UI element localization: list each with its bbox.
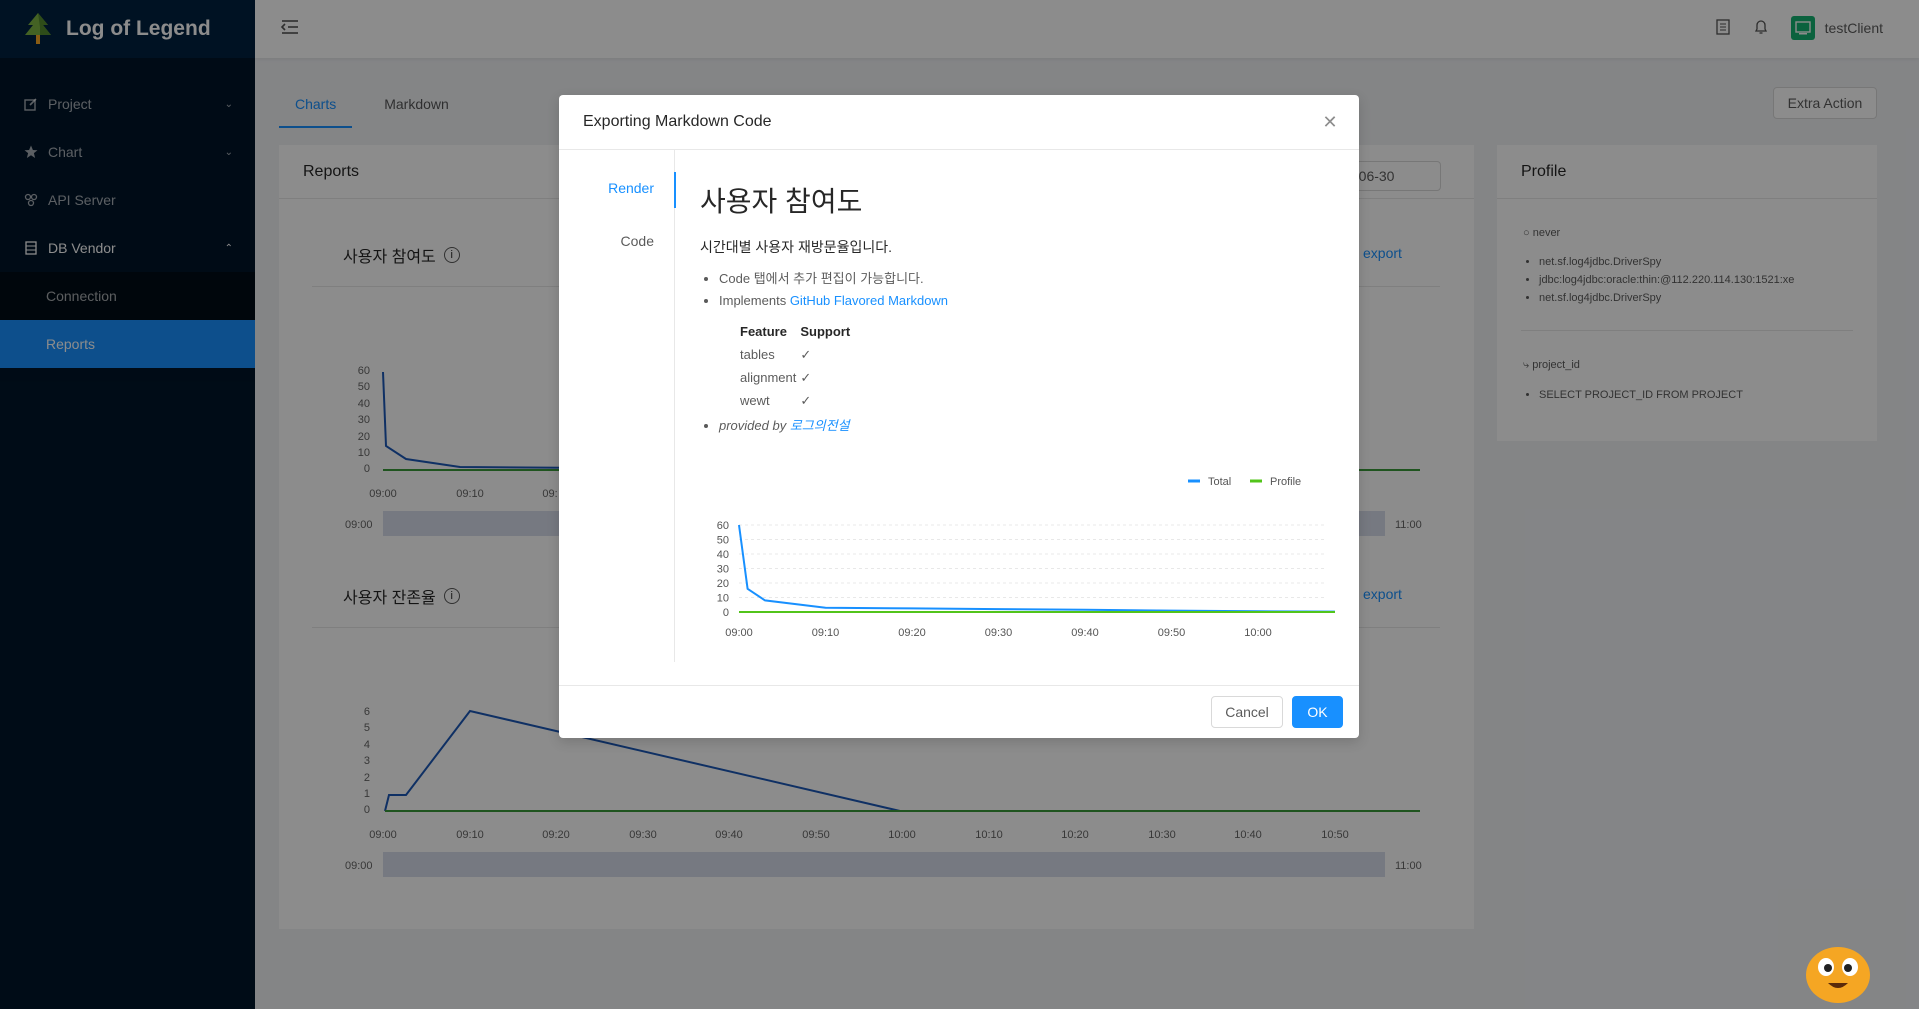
table-cell: ✓	[800, 369, 812, 385]
provided-text: provided by	[719, 418, 790, 433]
tab-render[interactable]: Render	[608, 180, 654, 196]
cancel-button[interactable]: Cancel	[1211, 696, 1283, 728]
column-header: Support	[800, 324, 851, 339]
table-cell: ✓	[800, 346, 812, 362]
lead-text: 시간대별 사용자 재방문율입니다.	[700, 239, 892, 255]
provided-by: provided by 로그의전설	[719, 415, 850, 434]
markdown-render: 사용자 참여도 시간대별 사용자 재방문율입니다. Code 탭에서 추가 편집…	[700, 150, 1335, 662]
column-header: Feature	[740, 324, 787, 339]
feature-table: Feature Support tables ✓ alignment ✓ wewt ✓	[740, 320, 856, 412]
bullet-text: Implements	[719, 293, 790, 308]
y-tick-label: 40	[717, 549, 729, 561]
bullet-text: Code 탭에서 추가 편집이 가능합니다.	[719, 271, 924, 286]
modal-title: Exporting Markdown Code	[559, 95, 1359, 150]
x-tick-label: 09:30	[985, 627, 1013, 639]
legend-label: Profile	[1270, 476, 1301, 488]
modal-footer: Cancel OK	[559, 685, 1359, 738]
list-item: Code 탭에서 추가 편집이 가능합니다.	[719, 268, 948, 290]
table-row: tables ✓	[740, 343, 856, 366]
y-tick-label: 20	[717, 578, 729, 590]
render-heading: 사용자 참여도	[700, 186, 863, 217]
export-modal: Exporting Markdown Code ✕ Render Code 사용…	[559, 95, 1359, 738]
tab-code[interactable]: Code	[621, 233, 654, 249]
table-header-row: Feature Support	[740, 320, 856, 343]
x-tick-label: 09:20	[898, 627, 926, 639]
table-row: wewt ✓	[740, 389, 856, 412]
x-tick-label: 10:00	[1244, 627, 1272, 639]
close-icon[interactable]: ✕	[1319, 111, 1341, 133]
active-tab-indicator	[674, 172, 676, 208]
ok-button[interactable]: OK	[1292, 696, 1343, 728]
gfm-link[interactable]: GitHub Flavored Markdown	[790, 293, 948, 308]
table-cell: wewt	[740, 393, 770, 408]
list-item: provided by 로그의전설	[719, 415, 850, 434]
table-row: alignment ✓	[740, 366, 856, 389]
legend-label: Total	[1208, 476, 1231, 488]
x-tick-label: 09:40	[1071, 627, 1099, 639]
table-cell: alignment	[740, 370, 797, 385]
table-cell: ✓	[800, 392, 812, 408]
modal-vertical-tabs: Render Code	[559, 150, 676, 662]
x-tick-label: 09:10	[812, 627, 840, 639]
y-tick-label: 30	[717, 564, 729, 576]
y-tick-label: 0	[723, 607, 729, 619]
y-tick-label: 10	[717, 593, 729, 605]
modal-engagement-chart: 0 10 20 30 40 50 60 09:00 09:10 09:20 09:30 09:40 09…	[717, 476, 1335, 639]
x-tick-label: 09:00	[725, 627, 753, 639]
list-item: Implements GitHub Flavored Markdown	[719, 290, 948, 312]
y-tick-label: 60	[717, 520, 729, 532]
mascot-icon[interactable]	[1804, 943, 1872, 1003]
table-cell: tables	[740, 347, 775, 362]
feature-bullets: Code 탭에서 추가 편집이 가능합니다. Implements GitHub…	[719, 268, 948, 312]
y-tick-label: 50	[717, 535, 729, 547]
x-tick-label: 09:50	[1158, 627, 1186, 639]
provider-link[interactable]: 로그의전설	[790, 418, 850, 433]
render-lead: 시간대별 사용자 재방문율입니다.	[700, 237, 892, 257]
